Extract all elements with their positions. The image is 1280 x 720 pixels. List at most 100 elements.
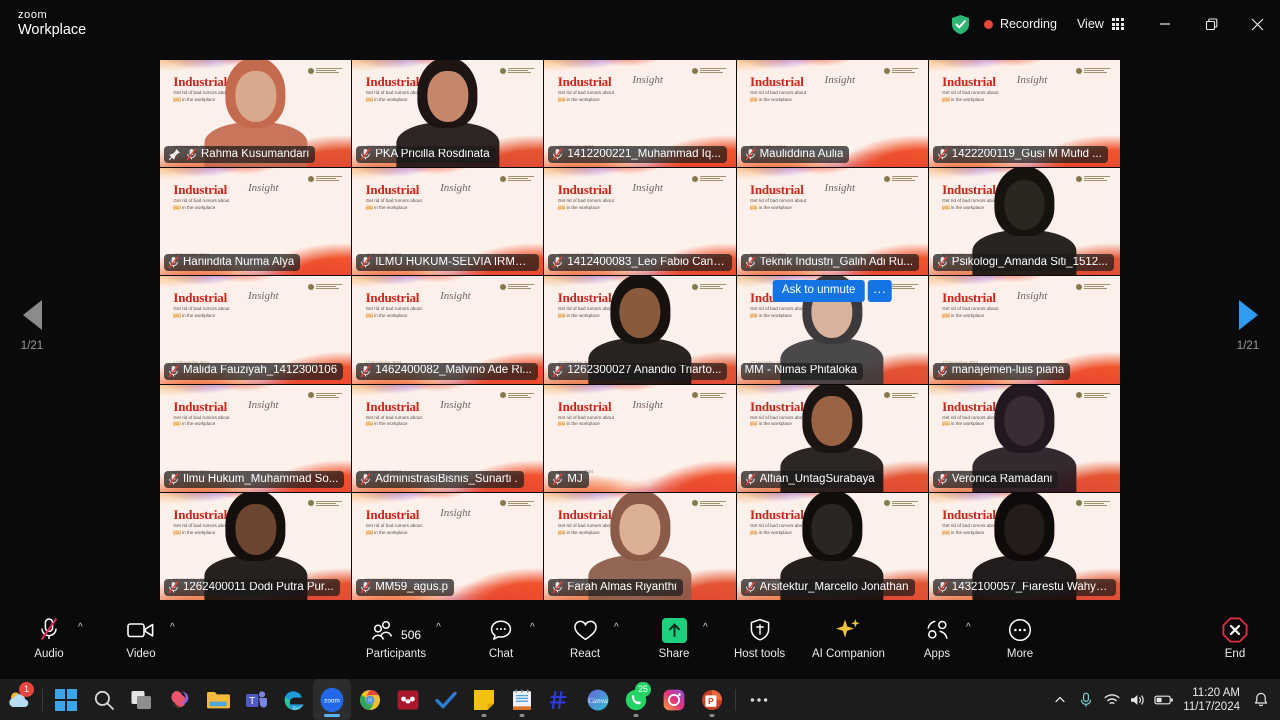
minimize-button[interactable] (1142, 0, 1188, 48)
participant-tile[interactable]: IndustrialGet rid of bad rumors aboutyou… (736, 60, 928, 168)
microsoft-edge-icon[interactable] (275, 679, 313, 720)
apps-options-chevron-icon[interactable]: ^ (961, 623, 976, 633)
microphone-muted-icon (168, 364, 179, 378)
participant-tile[interactable]: IndustrialGet rid of bad rumors aboutyou… (928, 168, 1120, 276)
participant-tile[interactable]: IndustrialGet rid of bad rumors aboutyou… (544, 60, 736, 168)
chat-button[interactable]: Chat (478, 611, 524, 661)
share-options-chevron-icon[interactable]: ^ (698, 623, 713, 633)
microsoft-teams-icon[interactable]: T (237, 679, 275, 720)
video-button[interactable]: Video (118, 611, 164, 661)
participant-tile[interactable]: IndustrialGet rid of bad rumors aboutyou… (544, 168, 736, 276)
shield-check-icon[interactable] (951, 14, 970, 35)
participant-tile[interactable]: IndustrialGet rid of bad rumors aboutyou… (928, 492, 1120, 600)
whatsapp-icon[interactable]: 25 (617, 679, 655, 720)
grammarly-icon[interactable] (541, 679, 579, 720)
share-button[interactable]: Share (651, 611, 697, 661)
bell-icon[interactable] (1248, 679, 1274, 720)
participant-tile[interactable]: IndustrialGet rid of bad rumors aboutyou… (160, 492, 352, 600)
chat-options-chevron-icon[interactable]: ^ (525, 623, 540, 633)
participants-button[interactable]: 506 Participants (362, 611, 430, 661)
more-button[interactable]: More (997, 611, 1043, 661)
university-logo-icon (692, 175, 727, 182)
battery-icon[interactable] (1151, 679, 1177, 720)
participant-name-bar: 1422200119_Gusi M Mufid ... (932, 146, 1108, 164)
participant-tile[interactable]: IndustrialGet rid of bad rumors aboutyou… (544, 492, 736, 600)
participant-tile[interactable]: IndustrialGet rid of bad rumors aboutyou… (352, 384, 544, 492)
microphone-muted-icon (937, 256, 948, 269)
host-tools-button[interactable]: Host tools (730, 611, 789, 661)
microphone-muted-icon (937, 148, 948, 161)
powerpoint-icon[interactable]: P (693, 679, 731, 720)
participant-tile[interactable]: IndustrialGet rid of bad rumors aboutyou… (736, 384, 928, 492)
task-view-icon[interactable] (123, 679, 161, 720)
speaker-icon[interactable] (1125, 679, 1151, 720)
participants-options-chevron-icon[interactable]: ^ (431, 623, 446, 633)
sticky-notes-icon[interactable] (465, 679, 503, 720)
participant-tile[interactable]: IndustrialGet rid of bad rumors aboutyou… (160, 168, 352, 276)
background-script-word: Insight (824, 182, 856, 195)
react-button[interactable]: React (562, 611, 608, 661)
background-script-word: Insight (247, 290, 279, 303)
microphone-muted-icon (552, 364, 563, 378)
participant-tile[interactable]: IndustrialGet rid of bad rumors aboutyou… (928, 384, 1120, 492)
participant-tile[interactable]: IndustrialGet rid of bad rumors aboutyou… (736, 168, 928, 276)
file-explorer-icon[interactable] (199, 679, 237, 720)
weather-widget-icon[interactable]: 1 (0, 679, 38, 720)
microphone-icon[interactable] (1073, 679, 1099, 720)
background-script-word: Insight (440, 182, 471, 195)
previous-page-button[interactable]: 1/21 (4, 300, 60, 352)
apps-button[interactable]: Apps (914, 611, 960, 661)
taskbar-clock[interactable]: 11:20 AM 11/17/2024 (1177, 686, 1248, 714)
tile-more-options-button[interactable]: ··· (867, 280, 892, 303)
ai-companion-button[interactable]: AI Companion (808, 611, 889, 661)
university-logo-icon (884, 392, 919, 399)
search-icon[interactable] (85, 679, 123, 720)
participant-tile[interactable]: IndustrialGet rid of bad rumors aboutyou… (352, 168, 544, 276)
microphone-muted-icon (360, 581, 371, 594)
canva-icon[interactable]: Canva (579, 679, 617, 720)
notepad-icon[interactable] (503, 679, 541, 720)
brand-zoom-text: zoom (18, 9, 48, 22)
restore-button[interactable] (1188, 0, 1234, 48)
participant-tile[interactable]: IndustrialGet rid of bad rumors aboutyou… (352, 60, 544, 168)
participant-tile[interactable]: IndustrialGet rid of bad rumors aboutyou… (352, 276, 544, 384)
react-options-chevron-icon[interactable]: ^ (609, 623, 624, 633)
recording-indicator[interactable]: Recording (983, 17, 1057, 31)
windows-start-icon[interactable] (47, 679, 85, 720)
close-button[interactable] (1234, 0, 1280, 48)
background-line2: you in the workplace (749, 421, 792, 427)
google-chrome-icon[interactable] (351, 679, 389, 720)
participant-tile[interactable]: IndustrialGet rid of bad rumors aboutyou… (544, 384, 736, 492)
video-options-chevron-icon[interactable]: ^ (165, 623, 180, 633)
ask-to-unmute-button[interactable]: Ask to unmute (772, 280, 865, 303)
end-meeting-button[interactable]: End (1212, 611, 1258, 661)
participant-name-bar: 1262300027 Anandio Triarto... (548, 362, 728, 380)
chevron-up-icon[interactable] (1047, 679, 1073, 720)
taskbar-badge: 1 (19, 682, 34, 697)
mendeley-icon[interactable] (389, 679, 427, 720)
background-script-word: Insight (1016, 182, 1048, 195)
participant-tile[interactable]: IndustrialGet rid of bad rumors aboutyou… (544, 276, 736, 384)
background-script-word: Insight (632, 290, 663, 303)
participant-tile[interactable]: IndustrialGet rid of bad rumors aboutyou… (928, 276, 1120, 384)
instagram-icon[interactable] (655, 679, 693, 720)
participant-tile[interactable]: IndustrialGet rid of bad rumors aboutyou… (736, 492, 928, 600)
view-button[interactable]: View (1077, 17, 1124, 31)
zoom-app-icon[interactable]: zoom (313, 679, 351, 720)
participant-tile[interactable]: IndustrialGet rid of bad rumors aboutyou… (352, 492, 544, 600)
university-logo-icon (499, 500, 534, 507)
next-page-button[interactable]: 1/21 (1220, 300, 1276, 352)
participant-tile[interactable]: IndustrialGet rid of bad rumors aboutyou… (160, 384, 352, 492)
copilot-icon[interactable] (161, 679, 199, 720)
microsoft-todo-icon[interactable] (427, 679, 465, 720)
audio-button[interactable]: Audio (26, 611, 72, 661)
wifi-icon[interactable] (1099, 679, 1125, 720)
participant-name: Ilmu Hukum_Muhammad So... (183, 473, 339, 485)
audio-options-chevron-icon[interactable]: ^ (73, 623, 88, 633)
participant-tile[interactable]: IndustrialGet rid of bad rumors aboutyou… (736, 276, 928, 384)
taskbar-overflow-icon[interactable] (740, 679, 778, 720)
participant-tile[interactable]: IndustrialGet rid of bad rumors aboutyou… (160, 60, 352, 168)
participant-tile[interactable]: IndustrialGet rid of bad rumors aboutyou… (160, 276, 352, 384)
participant-name: 1412400083_Leo Fabio Cana... (567, 257, 726, 269)
participant-tile[interactable]: IndustrialGet rid of bad rumors aboutyou… (928, 60, 1120, 168)
